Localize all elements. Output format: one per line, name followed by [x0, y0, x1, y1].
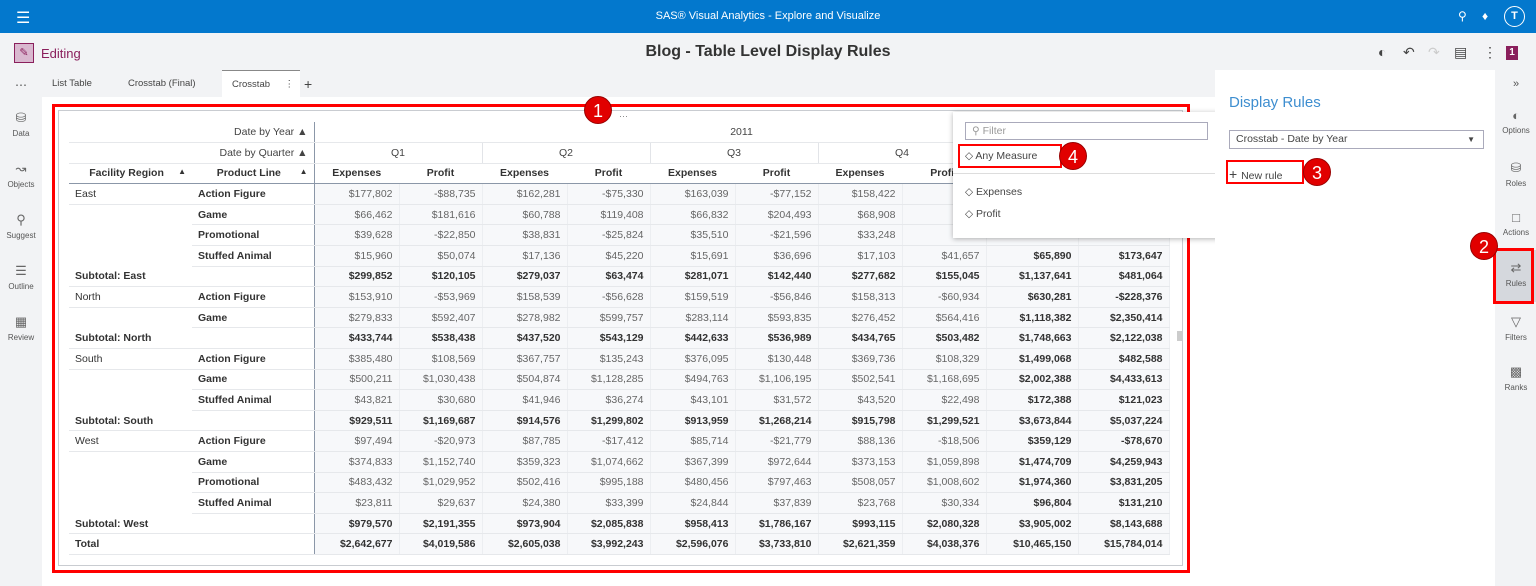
measure-icon: ◇: [965, 208, 976, 220]
select-value: Crosstab - Date by Year: [1236, 133, 1348, 145]
tab-menu-icon[interactable]: ⋮: [285, 71, 295, 99]
report-toolbar: ✎ Editing Blog - Table Level Display Rul…: [0, 33, 1536, 70]
app-title: SAS® Visual Analytics - Explore and Visu…: [655, 10, 881, 22]
rail-actions[interactable]: □ Actions: [1495, 210, 1536, 237]
display-rules-panel: Display Rules Crosstab - Date by Year ▼ +…: [1215, 70, 1495, 586]
menu-label: Profit: [976, 208, 1001, 220]
rail-label: Data: [12, 129, 30, 138]
menu-item-profit[interactable]: ◇ Profit: [965, 208, 1001, 220]
roles-icon: ⛁: [1510, 160, 1522, 175]
rail-review[interactable]: ▦ Review: [0, 314, 42, 342]
user-avatar[interactable]: T: [1504, 6, 1525, 27]
rail-filters[interactable]: ▽ Filters: [1495, 314, 1536, 342]
filter-placeholder: Filter: [982, 125, 1006, 137]
annotation-box-any-measure: [958, 144, 1062, 168]
review-icon: ▦: [14, 314, 28, 329]
callout-4: 4: [1059, 142, 1087, 170]
menu-divider: [953, 173, 1223, 174]
rail-outline[interactable]: ☰ Outline: [0, 263, 42, 291]
rail-options[interactable]: ◐ Options: [1495, 108, 1536, 135]
more-options-icon[interactable]: ⋮: [1483, 44, 1497, 61]
rail-label: Actions: [1502, 228, 1530, 237]
search-icon: ⚲: [972, 125, 983, 137]
report-tabs: List Table Crosstab (Final) Crosstab ⋮ +: [42, 70, 1215, 97]
left-rail: ⋯ ⛁ Data ↝ Objects ⚲ Suggest ☰ Outline ▦ Revi…: [0, 70, 42, 586]
palette-icon: ◐: [1512, 108, 1520, 123]
save-icon[interactable]: ▤: [1454, 44, 1467, 61]
theme-icon[interactable]: ◐: [1378, 44, 1386, 60]
menu-label: Expenses: [976, 186, 1023, 198]
filter-input[interactable]: ⚲ Filter: [965, 122, 1208, 140]
rail-label: Review: [7, 333, 35, 342]
rail-label: Roles: [1505, 179, 1527, 188]
callout-2: 2: [1470, 232, 1498, 260]
object-select[interactable]: Crosstab - Date by Year ▼: [1229, 130, 1484, 149]
rail-label: Suggest: [6, 231, 36, 240]
tab-crosstab[interactable]: Crosstab ⋮: [222, 70, 300, 97]
redo-icon[interactable]: ↷: [1428, 44, 1440, 61]
tab-crosstab-final[interactable]: Crosstab (Final): [128, 70, 196, 97]
tab-list-table[interactable]: List Table: [52, 70, 92, 97]
tab-label: Crosstab: [232, 79, 271, 90]
rail-label: Filters: [1505, 333, 1527, 342]
annotation-box-rules: [1493, 248, 1534, 304]
rail-label: Objects: [7, 180, 35, 189]
rail-roles[interactable]: ⛁ Roles: [1495, 160, 1536, 188]
measure-menu: ⚲ Filter ◇ Any Measure ◇ Expenses ◇ Prof…: [953, 112, 1223, 238]
app-header: ☰ SAS® Visual Analytics - Explore and Vi…: [0, 0, 1536, 33]
actions-icon: □: [1512, 210, 1520, 225]
lightbulb-icon: ⚲: [16, 212, 26, 227]
rail-ranks[interactable]: ▩ Ranks: [1495, 364, 1536, 392]
dropdown-arrow-icon: ▼: [1467, 135, 1475, 144]
menu-item-expenses[interactable]: ◇ Expenses: [965, 186, 1022, 198]
ranks-icon: ▩: [1509, 364, 1523, 379]
rail-label: Outline: [8, 282, 34, 291]
rail-suggest[interactable]: ⚲ Suggest: [0, 212, 42, 240]
filter-icon: ▽: [1511, 314, 1521, 329]
panel-title: Display Rules: [1229, 94, 1321, 111]
rail-label: Options: [1502, 126, 1530, 135]
database-icon: ⛁: [15, 110, 27, 125]
undo-icon[interactable]: ↶: [1403, 44, 1415, 61]
rail-more-icon[interactable]: ⋯: [0, 78, 42, 92]
rail-label: Ranks: [1504, 383, 1528, 392]
search-icon[interactable]: ⚲: [1458, 9, 1467, 23]
rail-data[interactable]: ⛁ Data: [0, 110, 42, 138]
callout-1: 1: [584, 96, 612, 124]
measure-icon: ◇: [965, 186, 976, 198]
collapse-panel-icon[interactable]: »: [1495, 78, 1536, 90]
notifications-icon[interactable]: ♦: [1482, 9, 1488, 23]
add-tab-icon[interactable]: +: [304, 70, 312, 97]
notification-badge[interactable]: 1: [1506, 46, 1518, 60]
chart-icon: ↝: [15, 161, 27, 176]
list-icon: ☰: [15, 263, 27, 278]
rail-objects[interactable]: ↝ Objects: [0, 161, 42, 189]
annotation-box-new-rule: [1226, 160, 1304, 184]
callout-3: 3: [1303, 158, 1331, 186]
report-title: Blog - Table Level Display Rules: [645, 43, 891, 60]
right-rail: » ◐ Options ⛁ Roles □ Actions ⇄ Rules ▽ Filte…: [1495, 70, 1536, 586]
